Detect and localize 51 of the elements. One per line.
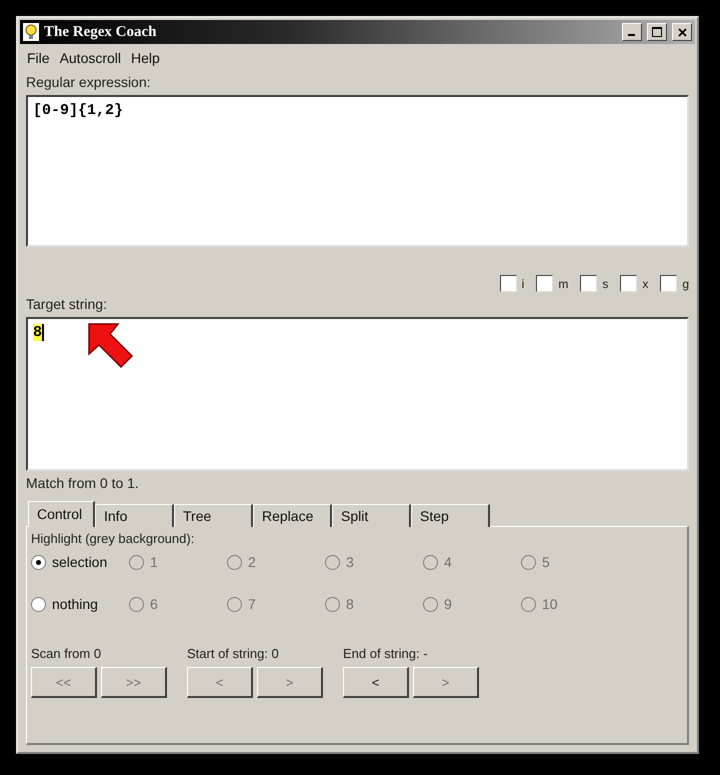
radio-label: selection (52, 554, 108, 570)
maximize-icon (652, 27, 662, 37)
minimize-button[interactable] (622, 23, 642, 41)
status-text: Match from 0 to 1. (26, 475, 140, 491)
radio-label: 3 (346, 554, 354, 570)
menu-item[interactable]: Autoscroll (54, 48, 126, 68)
checkbox-label: x (642, 276, 648, 290)
radio-label: 8 (346, 596, 354, 612)
lightbulb-icon (23, 23, 39, 41)
group-label: Scan from 0 (31, 646, 102, 661)
radio-label: 4 (444, 554, 452, 570)
checkbox-label: s (602, 276, 608, 290)
maximize-button[interactable] (647, 23, 667, 41)
target-field[interactable]: 8 (26, 317, 689, 471)
close-icon (678, 28, 686, 36)
checkbox-label: g (682, 276, 689, 290)
checkbox-label: i (522, 276, 524, 290)
checkbox[interactable] (620, 275, 638, 292)
nav-button[interactable]: < (343, 667, 409, 698)
tab[interactable]: Info (95, 504, 174, 527)
radio-label: 5 (542, 554, 550, 570)
menu-item[interactable]: Help (126, 48, 165, 68)
radio-label: 9 (444, 596, 452, 612)
regex-field[interactable]: [0-9]{1,2} (26, 95, 689, 247)
tab[interactable]: Tree (174, 504, 253, 527)
radio-label: nothing (52, 596, 98, 612)
tab[interactable]: Control (28, 501, 95, 527)
close-button[interactable] (672, 23, 692, 41)
checkbox[interactable] (660, 275, 678, 292)
checkbox[interactable] (536, 275, 554, 292)
checkbox-label: m (558, 276, 568, 290)
radio-label: 10 (542, 596, 558, 612)
checkbox[interactable] (500, 275, 517, 292)
field-label: Target string: (26, 296, 108, 312)
checkbox[interactable] (580, 275, 598, 292)
menu-item[interactable]: File (22, 48, 55, 68)
radio-label: 2 (248, 554, 256, 570)
radio-button[interactable] (31, 596, 46, 612)
radio-button[interactable] (31, 554, 46, 570)
field-label: Regular expression: (26, 74, 152, 90)
tab[interactable]: Replace (253, 504, 332, 527)
window-title: The Regex Coach (44, 24, 158, 40)
group-label: Highlight (grey background): (31, 531, 196, 546)
radio-label: 6 (150, 596, 158, 612)
tab[interactable]: Step (411, 504, 490, 527)
radio-label: 1 (150, 554, 158, 570)
group-label: Start of string: 0 (187, 646, 280, 661)
radio-label: 7 (248, 596, 256, 612)
group-label: End of string: - (343, 646, 429, 661)
tab[interactable]: Split (332, 504, 411, 527)
arrow-pointer-icon (88, 323, 134, 369)
